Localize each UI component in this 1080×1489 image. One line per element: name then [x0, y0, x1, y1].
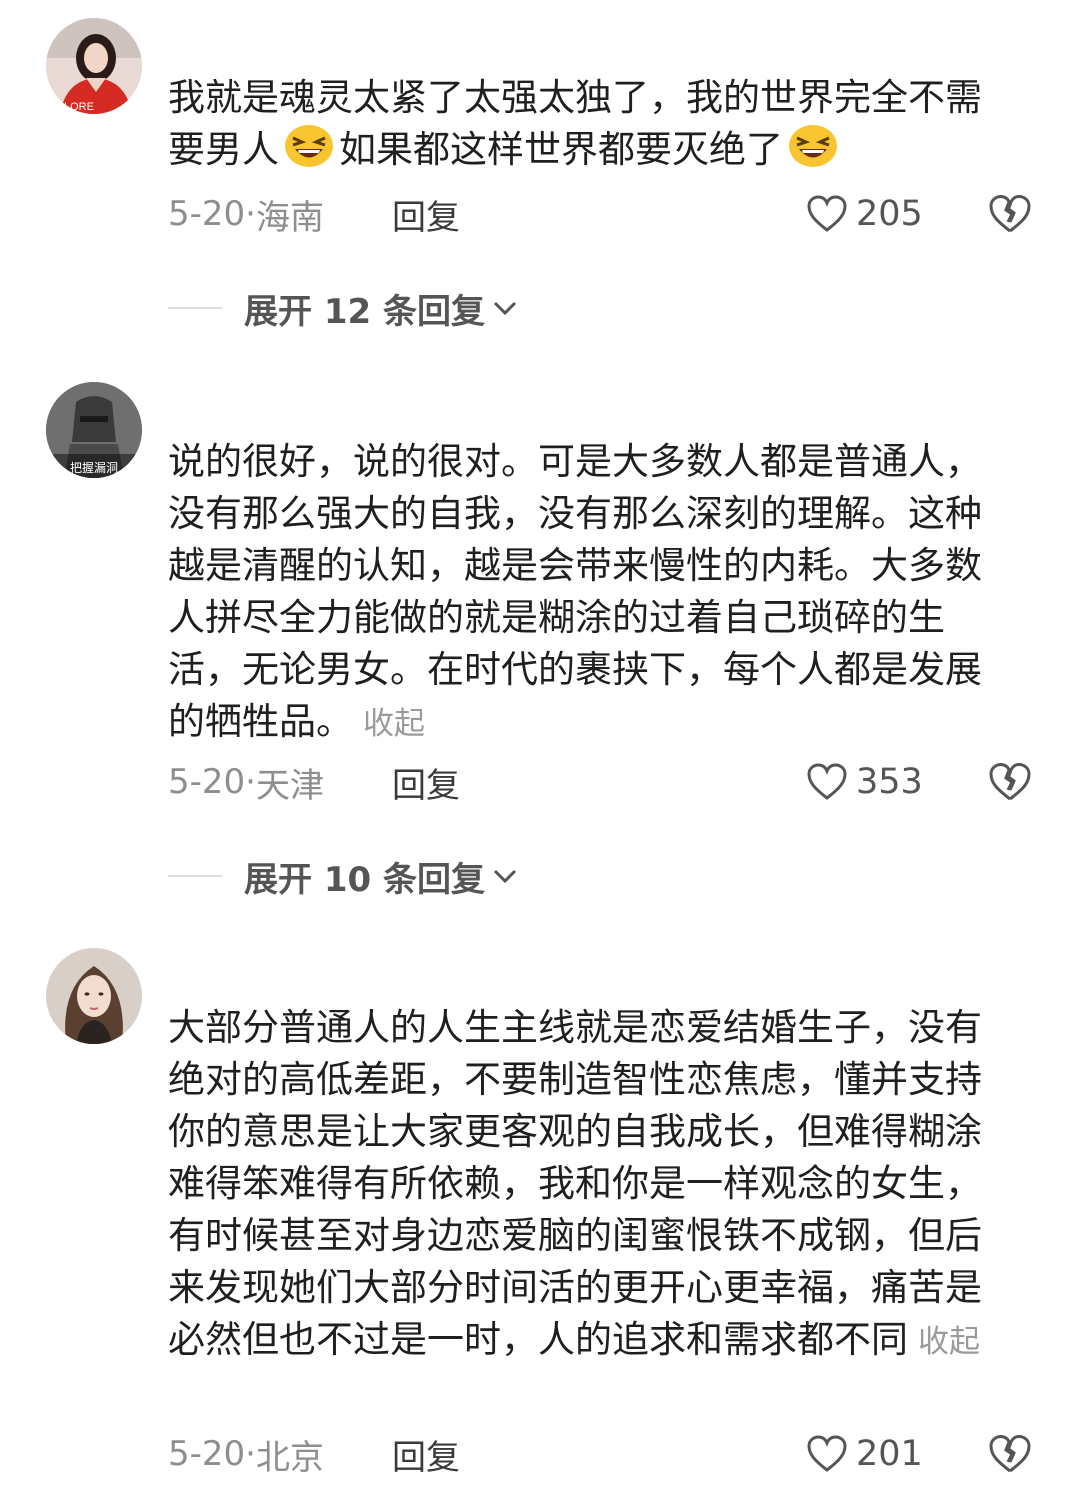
reply-button[interactable]: 回复 — [392, 1428, 460, 1480]
divider-line — [168, 875, 222, 877]
heart-icon — [807, 195, 847, 232]
avatar[interactable]: LORE — [46, 18, 142, 114]
avatar-text: LORE — [64, 101, 94, 113]
broken-heart-icon — [989, 1434, 1031, 1473]
heart-icon — [807, 763, 847, 800]
comment-meta: 5-20· 天津 — [168, 756, 324, 808]
comment-date: 5-20· — [168, 194, 256, 234]
avatar-text: 把握漏洞 — [70, 460, 118, 475]
comment-location: 北京 — [255, 1437, 324, 1478]
comment-text: 说的很好，说的很对。可是大多数人都是普通人，没有那么强大的自我，没有那么深刻的理… — [168, 440, 982, 743]
avatar[interactable] — [46, 948, 142, 1044]
like-count: 201 — [856, 1434, 923, 1474]
dislike-button[interactable] — [988, 1428, 1032, 1480]
divider-line — [168, 307, 222, 309]
broken-heart-icon — [989, 762, 1031, 801]
comment-text: 大部分普通人的人生主线就是恋爱结婚生子，没有绝对的高低差距，不要制造智性恋焦虑，… — [168, 1006, 982, 1361]
collapse-link[interactable]: 收起 — [918, 1324, 980, 1360]
expand-replies-button[interactable]: 展开 10 条回复 — [168, 850, 519, 902]
chevron-down-icon — [493, 301, 517, 316]
avatar[interactable]: 把握漏洞 — [46, 382, 142, 478]
broken-heart-icon — [989, 194, 1031, 233]
like-button[interactable]: 201 — [806, 1428, 923, 1480]
reply-button[interactable]: 回复 — [392, 756, 460, 808]
like-button[interactable]: 353 — [806, 756, 923, 808]
comment-location: 天津 — [255, 765, 324, 806]
expand-replies-button[interactable]: 展开 12 条回复 — [168, 282, 519, 334]
comment-meta: 5-20· 海南 — [168, 188, 324, 240]
comment-location: 海南 — [255, 197, 324, 238]
like-count: 353 — [856, 762, 923, 802]
laughing-face-emoji — [283, 124, 335, 168]
heart-icon — [807, 1435, 847, 1472]
comment-date: 5-20· — [168, 1434, 256, 1474]
chevron-down-icon — [493, 869, 517, 884]
comment-text: 我就是魂灵太紧了太强太独了，我的世界完全不需要男人 如果都这样世界都要灭绝了 — [168, 76, 982, 171]
like-count: 205 — [856, 194, 923, 234]
dislike-button[interactable] — [988, 756, 1032, 808]
comment-date: 5-20· — [168, 762, 256, 802]
reply-button[interactable]: 回复 — [392, 188, 460, 240]
dislike-button[interactable] — [988, 188, 1032, 240]
comment-meta: 5-20· 北京 — [168, 1428, 324, 1480]
collapse-link[interactable]: 收起 — [363, 706, 425, 742]
laughing-face-emoji — [787, 124, 839, 168]
like-button[interactable]: 205 — [806, 188, 923, 240]
